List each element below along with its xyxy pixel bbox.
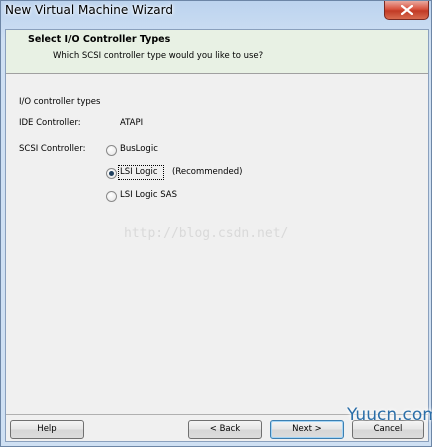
next-button[interactable]: Next >	[270, 420, 344, 439]
radio-buslogic[interactable]	[106, 145, 117, 156]
page-title: Select I/O Controller Types	[28, 34, 171, 45]
wizard-header: Select I/O Controller Types Which SCSI c…	[6, 30, 428, 74]
ide-controller-value: ATAPI	[120, 118, 144, 128]
help-button[interactable]: Help	[10, 420, 84, 439]
radio-lsi-logic-label[interactable]: LSI Logic	[120, 167, 158, 177]
radio-buslogic-label[interactable]: BusLogic	[120, 144, 158, 154]
scsi-controller-label: SCSI Controller:	[19, 144, 86, 154]
back-button[interactable]: < Back	[188, 420, 262, 439]
radio-selected-dot	[109, 171, 114, 176]
wizard-window: New Virtual Machine Wizard Select I/O Co…	[0, 0, 432, 447]
page-subtitle: Which SCSI controller type would you lik…	[53, 51, 264, 61]
close-button[interactable]	[384, 1, 429, 20]
brand-watermark: Yuucn.com	[347, 405, 432, 425]
recommended-note: (Recommended)	[172, 167, 243, 177]
watermark: http://blog.csdn.net/	[124, 226, 289, 241]
window-title: New Virtual Machine Wizard	[5, 3, 173, 17]
group-title: I/O controller types	[19, 97, 101, 107]
ide-controller-label: IDE Controller:	[19, 118, 81, 128]
radio-lsi-logic-sas[interactable]	[106, 191, 117, 202]
title-bar[interactable]: New Virtual Machine Wizard	[1, 1, 432, 25]
radio-lsi-logic-sas-label[interactable]: LSI Logic SAS	[120, 190, 177, 200]
radio-lsi-logic[interactable]	[106, 168, 117, 179]
close-icon	[401, 5, 413, 15]
wizard-client-area: Select I/O Controller Types Which SCSI c…	[5, 29, 429, 442]
